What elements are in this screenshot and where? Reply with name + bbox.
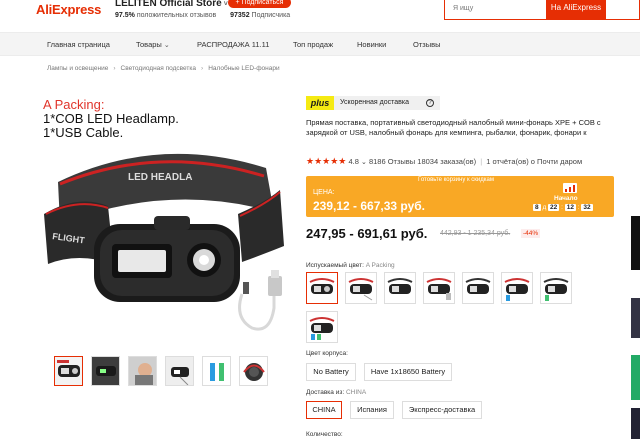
reviews-count[interactable]: 8186 Отзывы [369, 157, 415, 166]
store-name[interactable]: LELITEN Official Store ˅ [115, 0, 228, 9]
store-nav: Главная страница Товары ⌄ РАСПРОДАЖА 11.1… [0, 32, 640, 56]
image-caption-line: 1*COB LED Headlamp. [43, 111, 179, 126]
image-caption-line: 1*USB Cable. [43, 125, 124, 140]
chevron-down-icon: ⌄ [163, 42, 170, 49]
search-extra[interactable] [606, 0, 640, 20]
price-label: ЦЕНА: [313, 189, 335, 196]
rating-row: ★★★★★ 4.8 ⌄ 8186 Отзывы 18034 заказа(ов)… [306, 156, 583, 166]
positive-feedback-percent: 97.5% [115, 12, 135, 19]
color-label-text: Испускаемый цвет: [306, 262, 364, 269]
headband-text: LED HEADLA [128, 172, 192, 183]
sale-chart-icon [563, 183, 577, 193]
color-label: Испускаемый цвет: A Packing [306, 262, 395, 269]
product-title: Прямая поставка, портативный светодиодны… [306, 118, 601, 137]
search-button[interactable]: На AliExpress [546, 0, 606, 20]
aliexpress-logo[interactable]: AliExpress [36, 2, 101, 17]
sale-countdown: 8 д 22 : 12 : 32 [533, 204, 593, 211]
rating-value: 4.8 [348, 157, 359, 166]
sale-price-banner: Готовьте корзину к скидкам ЦЕНА: 239,12 … [306, 176, 614, 217]
positive-feedback-label: положительных отзывов [136, 12, 217, 19]
plus-badge: plus [306, 96, 334, 110]
nav-new[interactable]: Новинки [357, 40, 386, 49]
ship-from-china[interactable]: CHINA [306, 401, 342, 419]
color-option[interactable] [423, 272, 455, 304]
nav-products-label: Товары [136, 40, 162, 49]
subscriber-label: Подписчика [251, 12, 291, 19]
countdown-days-unit: д [542, 204, 547, 211]
color-option[interactable] [306, 311, 338, 343]
image-caption-line: A Packing: [43, 97, 105, 112]
store-name-label: LELITEN Official Store [115, 0, 222, 9]
nav-products[interactable]: Товары ⌄ [136, 40, 170, 49]
side-ad[interactable] [631, 298, 640, 338]
image-caption: A Packing: 1*COB LED Headlamp. 1*USB Cab… [43, 98, 179, 140]
nav-top-sales[interactable]: Топ продаж [293, 40, 333, 49]
ship-from-spain[interactable]: Испания [350, 401, 394, 419]
color-option[interactable] [384, 272, 416, 304]
breadcrumb-item[interactable]: Лампы и освещение [47, 65, 108, 72]
option-with-battery[interactable]: Have 1x18650 Battery [364, 363, 452, 381]
store-stats: 97.5% положительных отзывов 97352 Подпис… [115, 12, 290, 19]
search-field[interactable] [444, 0, 546, 20]
thumbnail[interactable] [54, 356, 83, 386]
thumbnail[interactable] [165, 356, 194, 386]
thumbnail[interactable] [128, 356, 157, 386]
nav-sale[interactable]: РАСПРОДАЖА 11.11 [197, 40, 269, 49]
nav-home[interactable]: Главная страница [47, 40, 110, 49]
star-rating-icon: ★★★★★ [306, 156, 347, 166]
top-header: AliExpress LELITEN Official Store ˅ + Под… [0, 0, 640, 31]
reports-count[interactable]: 1 отчёта(ов) о Почти даром [486, 157, 582, 166]
color-option[interactable] [306, 272, 338, 304]
breadcrumb-item[interactable]: Налобные LED-фонари [208, 65, 279, 72]
sale-start-label: Начало [554, 195, 578, 202]
breadcrumb-item[interactable]: Светодиодная подсветка [121, 65, 196, 72]
thumbnail[interactable] [91, 356, 120, 386]
countdown-days: 8 [533, 204, 541, 211]
side-ad[interactable] [631, 408, 640, 439]
countdown-hours: 22 [548, 204, 560, 211]
body-color-label: Цвет корпуса: [306, 350, 348, 357]
fast-delivery-label: Ускоренная доставка [334, 96, 440, 110]
nav-reviews[interactable]: Отзывы [413, 40, 440, 49]
follow-store-button[interactable]: + Подписаться [228, 0, 291, 8]
ship-from-label-text: Доставка из: [306, 389, 345, 396]
ship-from-label: Доставка из: CHINA [306, 389, 366, 396]
side-ad[interactable] [631, 216, 640, 270]
banner-caption: Готовьте корзину к скидкам [418, 177, 494, 183]
old-price: 442,93 - 1 235,34 руб. [440, 230, 511, 237]
sale-price-range: 239,12 - 667,33 руб. [313, 199, 425, 213]
quantity-label: Количество: [306, 431, 343, 438]
chevron-down-icon[interactable]: ⌄ [361, 159, 367, 166]
color-option[interactable] [540, 272, 572, 304]
breadcrumb: Лампы и освещение › Светодиодная подсветка… [47, 65, 280, 72]
current-price: 247,95 - 691,61 руб. [306, 226, 428, 241]
color-option[interactable] [345, 272, 377, 304]
discount-badge: -44% [521, 229, 541, 238]
search-input[interactable] [445, 0, 546, 20]
countdown-minutes: 12 [564, 204, 576, 211]
color-option[interactable] [462, 272, 494, 304]
ship-from-selected: CHINA [345, 389, 367, 396]
subscriber-count: 97352 [230, 12, 250, 19]
option-no-battery[interactable]: No Battery [306, 363, 356, 381]
orders-count: 18034 заказа(ов) [417, 157, 477, 166]
thumbnail[interactable] [239, 356, 268, 386]
thumbnail[interactable] [202, 356, 231, 386]
color-option[interactable] [501, 272, 533, 304]
countdown-seconds: 32 [581, 204, 593, 211]
side-ad[interactable] [631, 355, 640, 400]
question-icon[interactable]: ? [426, 99, 434, 107]
ship-express[interactable]: Экспресс-доставка [402, 401, 482, 419]
color-selected-value: A Packing [365, 262, 395, 269]
